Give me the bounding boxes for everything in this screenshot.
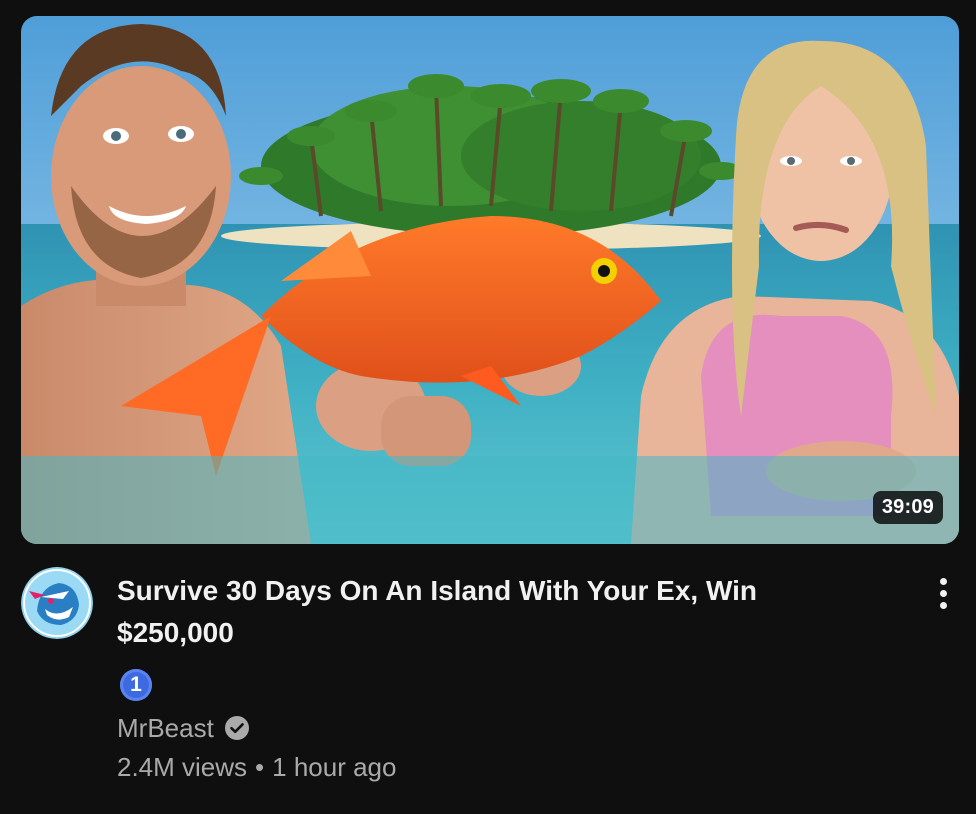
video-thumbnail[interactable]: 39:09: [21, 16, 959, 544]
video-card[interactable]: 39:09 Survive 30 Days On An Island With …: [0, 0, 976, 814]
menu-dot: [939, 589, 947, 597]
video-title[interactable]: Survive 30 Days On An Island With Your E…: [117, 570, 877, 654]
menu-dot: [939, 601, 947, 609]
channel-name[interactable]: MrBeast: [117, 713, 214, 744]
view-count: 2.4M views: [117, 752, 248, 782]
channel-row: MrBeast: [117, 708, 250, 748]
mrbeast-logo-icon: [21, 567, 93, 639]
duration-badge: 39:09: [872, 491, 943, 524]
more-vert-icon: [939, 577, 947, 585]
published-time: 1 hour ago: [272, 752, 397, 782]
channel-avatar[interactable]: [21, 567, 93, 639]
more-actions-button[interactable]: [926, 572, 960, 614]
meta-separator: •: [255, 752, 265, 782]
thumbnail-image: [21, 16, 959, 544]
verified-check-icon: [224, 716, 249, 740]
video-meta: 2.4M views • 1 hour ago: [117, 752, 396, 783]
rank-badge: 1: [120, 669, 152, 701]
